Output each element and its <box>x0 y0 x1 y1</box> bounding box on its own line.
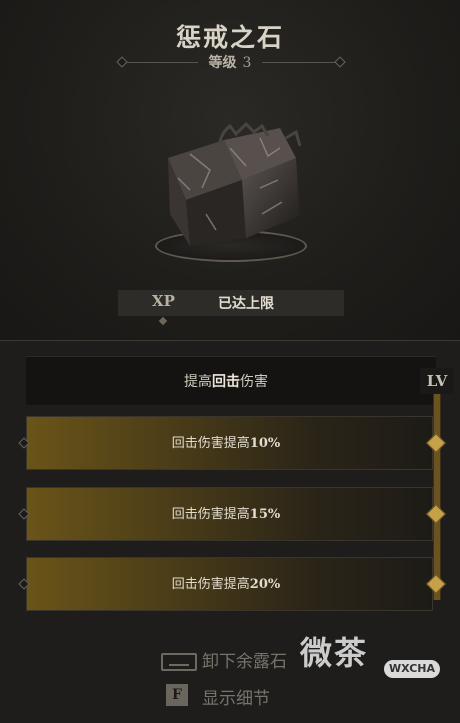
skill-header-bold: 回击 <box>212 374 240 390</box>
rank-track <box>433 378 441 600</box>
xp-label: XP <box>152 292 175 310</box>
item-title: 惩戒之石 <box>175 23 284 52</box>
watermark-text: 微茶 <box>300 634 369 672</box>
rank-2-label: 回击伤害提高 <box>171 507 250 522</box>
unequip-button[interactable]: 卸下余露石 <box>202 647 287 672</box>
skill-header-suffix: 伤害 <box>240 374 268 390</box>
skill-header-text: 提高回击伤害 <box>26 371 426 391</box>
rank-3-text: 回击伤害提高20% <box>26 573 426 592</box>
rank-2-pct: 15% <box>249 507 281 522</box>
rank-3-label: 回击伤害提高 <box>171 577 250 592</box>
show-details-button[interactable]: 显示细节 <box>202 684 270 709</box>
skill-header-prefix: 提高 <box>184 374 212 390</box>
rank-1-pct: 10% <box>249 436 281 451</box>
spacebar-key-icon <box>161 653 197 671</box>
rank-1-label: 回击伤害提高 <box>171 436 250 451</box>
rank-2-text: 回击伤害提高15% <box>26 503 426 522</box>
rank-3-pct: 20% <box>249 577 281 592</box>
watermark-badge: WXCHA <box>384 660 440 678</box>
xp-value: 已达上限 <box>218 296 274 312</box>
lv-badge: LV <box>420 368 454 394</box>
stone-icon <box>168 121 302 246</box>
level-label: 等级 <box>208 55 237 71</box>
panel-divider <box>0 340 460 341</box>
rank-1-text: 回击伤害提高10% <box>26 432 426 451</box>
f-key-icon: F <box>166 684 188 706</box>
level-value: 3 <box>242 55 252 71</box>
item-level: 等级 3 <box>0 52 460 72</box>
